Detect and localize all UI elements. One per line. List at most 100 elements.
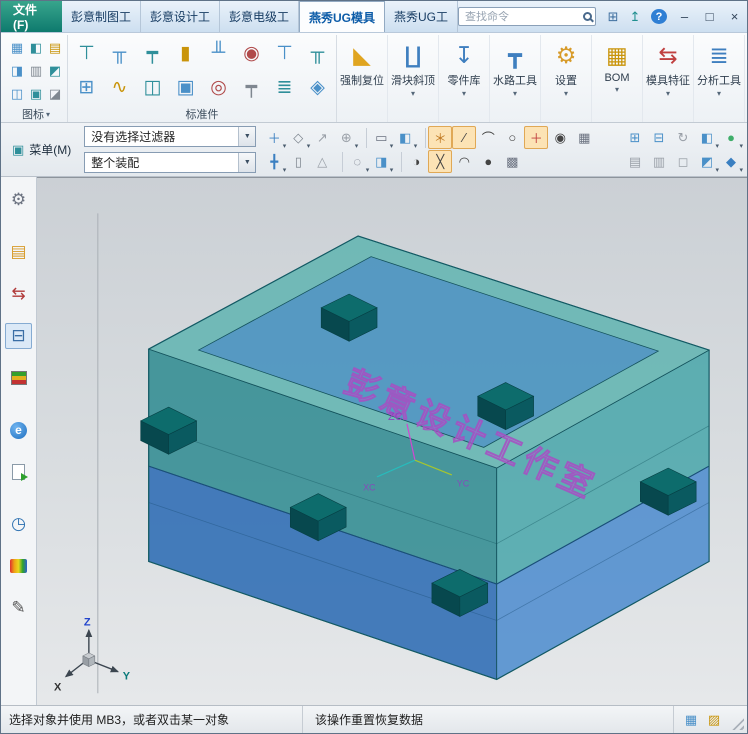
layers-icon[interactable] — [5, 365, 32, 391]
refresh-icon[interactable]: ↻ — [671, 126, 695, 149]
locating-ring-icon[interactable]: ◉ — [236, 37, 267, 69]
search-icon[interactable] — [583, 12, 593, 21]
icon-grid-1[interactable]: ▦ — [8, 37, 26, 59]
guide-pin-icon[interactable]: ┯ — [137, 37, 168, 69]
pen-icon[interactable]: ✎ — [5, 595, 32, 621]
layout-icon[interactable]: ▥ — [647, 150, 671, 173]
icon-grid-6[interactable]: ◩ — [46, 60, 64, 82]
roles-gear-icon[interactable]: ⚙ — [5, 187, 32, 213]
fit-window-icon[interactable]: ⊞ — [623, 126, 647, 149]
tab-yanxiu-mold[interactable]: 燕秀UG模具 — [299, 1, 386, 32]
icon-grid-9[interactable]: ◪ — [46, 83, 64, 105]
search-input[interactable] — [465, 10, 580, 23]
dropdown-arrow-icon[interactable] — [238, 153, 256, 172]
gate-icon[interactable]: ◈ — [302, 72, 333, 104]
viewport[interactable]: 彭意设计工作室 ZC XC YC Z X Y — [37, 177, 747, 705]
snap-intersection-icon[interactable]: ╳ — [428, 150, 453, 173]
icon-grid-4[interactable]: ◨ — [8, 60, 26, 82]
menu-button[interactable]: ▣ 菜单(M) — [5, 126, 78, 173]
rectangle-select-icon[interactable]: ▭ — [369, 126, 393, 151]
shaded-view-icon[interactable]: ◧ — [393, 126, 417, 151]
assembly-navigator-icon[interactable]: ▤ — [5, 239, 32, 265]
wcs-orient-icon[interactable]: ╋ — [262, 150, 286, 175]
grid-snap-icon[interactable]: ▦ — [572, 126, 596, 149]
web-browser-icon[interactable]: e — [5, 417, 32, 443]
render-mode-icon[interactable]: ◩ — [695, 150, 719, 175]
tab-pengyi-design[interactable]: 彭意设计工 — [141, 1, 220, 32]
wireframe-icon[interactable]: ◻ — [671, 150, 695, 173]
lasso-select-icon[interactable]: ◌ — [345, 150, 369, 174]
display-cube-icon[interactable]: ◧ — [695, 126, 719, 151]
scale-view-icon[interactable]: △ — [310, 150, 334, 173]
datum-plane-icon[interactable]: ◇ — [286, 126, 310, 151]
icon-grid-2[interactable]: ◧ — [27, 37, 45, 59]
support-pin-icon[interactable]: ╨ — [203, 37, 234, 69]
snap-center-icon[interactable]: ◉ — [548, 126, 572, 149]
rail-icon[interactable]: ≣ — [269, 72, 300, 104]
icon-grid-7[interactable]: ◫ — [8, 83, 26, 105]
pillar-icon[interactable]: ┯ — [236, 72, 267, 104]
command-search[interactable] — [458, 7, 597, 26]
move-face-icon[interactable]: ↗ — [310, 126, 334, 149]
dropdown-arrow-icon[interactable] — [238, 127, 256, 146]
bom-button[interactable]: ▦ BOM — [592, 35, 643, 122]
snap-arc-icon[interactable]: ⌒ — [476, 126, 500, 149]
slider-lifter-button[interactable]: ∐ 滑块斜顶 — [388, 35, 439, 122]
straight-pin-icon[interactable]: ⊤ — [269, 37, 300, 69]
shoulder-pin-icon[interactable]: ╥ — [302, 37, 333, 69]
material-sphere-icon[interactable]: ● — [719, 126, 743, 150]
settings-button[interactable]: ⚙ 设置 — [541, 35, 592, 122]
icon-grid-8[interactable]: ▣ — [27, 83, 45, 105]
mold-features-button[interactable]: ⇆ 模具特征 — [643, 35, 694, 122]
scope-combo[interactable]: 整个装配 — [84, 152, 257, 173]
panel-icon[interactable]: ▨ — [705, 711, 723, 729]
snap-quadrant-icon[interactable]: ◑ — [404, 150, 428, 173]
minimize-button[interactable]: – — [672, 1, 697, 32]
view-triad[interactable]: Z X Y — [54, 616, 131, 693]
icon-grid-5[interactable]: ▥ — [27, 60, 45, 82]
triad-x-axis[interactable] — [64, 661, 86, 678]
waterway-tools-button[interactable]: ┳ 水路工具 — [490, 35, 541, 122]
sync-icon[interactable]: ↥ — [624, 7, 646, 27]
snap-enable-icon[interactable]: ＊ — [428, 126, 453, 149]
document-export-icon[interactable] — [5, 459, 32, 485]
plate-icon[interactable]: ⊞ — [71, 72, 102, 104]
selection-filter-combo[interactable]: 没有选择过滤器 — [84, 126, 257, 147]
sleeve-pin-icon[interactable]: ╥ — [104, 37, 135, 69]
part-navigator-icon[interactable]: ⊟ — [5, 323, 32, 349]
resize-grip[interactable] — [731, 717, 744, 730]
rotate-view-icon[interactable]: ⊕ — [334, 126, 358, 151]
ring-icon[interactable]: ◎ — [203, 72, 234, 104]
file-menu-button[interactable]: 文件(F) — [1, 1, 62, 32]
plane-tool-icon[interactable]: ▯ — [286, 150, 310, 173]
snap-node-icon[interactable]: ● — [476, 150, 500, 173]
force-reset-button[interactable]: ◣ 强制复位 — [337, 35, 388, 122]
group-label-icons[interactable]: 图标 — [8, 106, 64, 122]
mold-model[interactable] — [147, 235, 711, 681]
help-button[interactable]: ? — [651, 9, 667, 24]
maximize-button[interactable]: □ — [697, 1, 722, 32]
ejector-pin-icon[interactable]: ⊤ — [71, 37, 102, 69]
snap-point-tool-icon[interactable]: ＋ — [262, 126, 287, 150]
render-style-icon[interactable]: ◨ — [369, 150, 393, 175]
history-icon[interactable]: ◷ — [5, 511, 32, 537]
snap-circle-icon[interactable]: ○ — [500, 126, 524, 149]
viewport-canvas[interactable]: 彭意设计工作室 ZC XC YC Z X Y — [37, 178, 747, 705]
block-icon[interactable]: ◫ — [137, 72, 168, 104]
parts-library-button[interactable]: ↧ 零件库 — [439, 35, 490, 122]
icon-grid-3[interactable]: ▤ — [46, 37, 64, 59]
snap-point-icon[interactable]: ＋ — [524, 126, 549, 149]
snap-grid-icon[interactable]: ▩ — [500, 150, 524, 173]
gem-display-icon[interactable]: ◆ — [719, 150, 743, 175]
snap-endpoint-icon[interactable]: ∕ — [452, 126, 477, 149]
pane-toggle-icon[interactable]: ▤ — [623, 150, 647, 173]
triad-y-axis[interactable] — [92, 661, 120, 673]
clipboard-icon[interactable]: ▦ — [682, 711, 700, 729]
spring-icon[interactable]: ∿ — [104, 72, 135, 104]
close-button[interactable]: × — [722, 1, 747, 32]
tab-pengyi-drafting[interactable]: 彭意制图工 — [62, 1, 141, 32]
palette-icon[interactable] — [5, 553, 32, 579]
tab-yanxiu-tools[interactable]: 燕秀UG工具 — [385, 1, 459, 32]
tab-pengyi-electrode[interactable]: 彭意电级工 — [220, 1, 299, 32]
analysis-tools-button[interactable]: ≣ 分析工具 — [694, 35, 745, 122]
